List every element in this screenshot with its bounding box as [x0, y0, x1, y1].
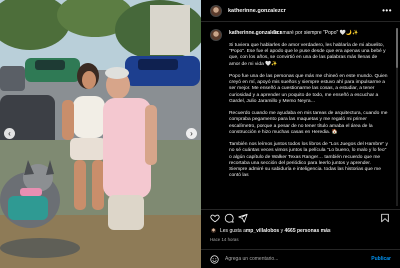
likes-count[interactable]: 4665 personas más — [284, 228, 330, 234]
post-header: katherinne.gonzalezcr ••• — [201, 0, 400, 22]
post-side-panel: katherinne.gonzalezcr ••• katherinne.gon… — [201, 0, 400, 268]
chevron-left-icon[interactable]: ‹ — [4, 128, 15, 139]
caption-paragraph: Popo fue una de las personas que más me … — [229, 74, 388, 104]
caption-paragraph: También nos leímos juntos todos los libr… — [229, 142, 388, 179]
comment-bar: Publicar — [201, 249, 400, 268]
likes-username[interactable]: mp_villalobos — [246, 228, 279, 234]
caption-area: katherinne.gonzalezcr Te amaré por siemp… — [201, 26, 400, 208]
ellipsis-icon[interactable]: ••• — [382, 6, 392, 15]
liker-avatar[interactable] — [210, 227, 217, 234]
post-modal: ‹ › katherinne.gonzalezcr ••• katherinne… — [0, 0, 400, 268]
photo-illustration — [0, 0, 201, 268]
scrollbar-thumb[interactable] — [396, 28, 398, 68]
post-timestamp[interactable]: Hace 14 horas — [210, 237, 239, 242]
likes-prefix: Les gusta a — [220, 227, 246, 234]
share-icon[interactable] — [238, 213, 248, 223]
caption-paragraph: Recuerdo cuando me ayudaba en mis tareas… — [229, 111, 388, 135]
likes-summary: Les gusta a mp_villalobos y 4665 persona… — [210, 227, 331, 234]
caption-paragraph: Si tuviera que hablarles de amor verdade… — [229, 43, 386, 67]
chevron-right-icon[interactable]: › — [186, 128, 197, 139]
publish-button[interactable]: Publicar — [371, 256, 391, 262]
caption-body: Si tuviera que hablarles de amor verdade… — [229, 43, 389, 186]
post-photo: ‹ › — [0, 0, 201, 268]
heart-icon[interactable] — [210, 213, 220, 223]
caption-lead: Te amaré por siempre "Popo" 🤍🌙✨ — [273, 30, 359, 36]
comment-input[interactable] — [225, 253, 355, 265]
bookmark-icon[interactable] — [380, 213, 390, 223]
comment-icon[interactable] — [224, 213, 234, 223]
post-author-username[interactable]: katherinne.gonzalezcr — [228, 8, 286, 14]
caption-avatar[interactable] — [210, 29, 222, 41]
emoji-icon[interactable] — [210, 254, 219, 264]
action-bar — [201, 209, 400, 223]
avatar[interactable] — [210, 4, 222, 17]
